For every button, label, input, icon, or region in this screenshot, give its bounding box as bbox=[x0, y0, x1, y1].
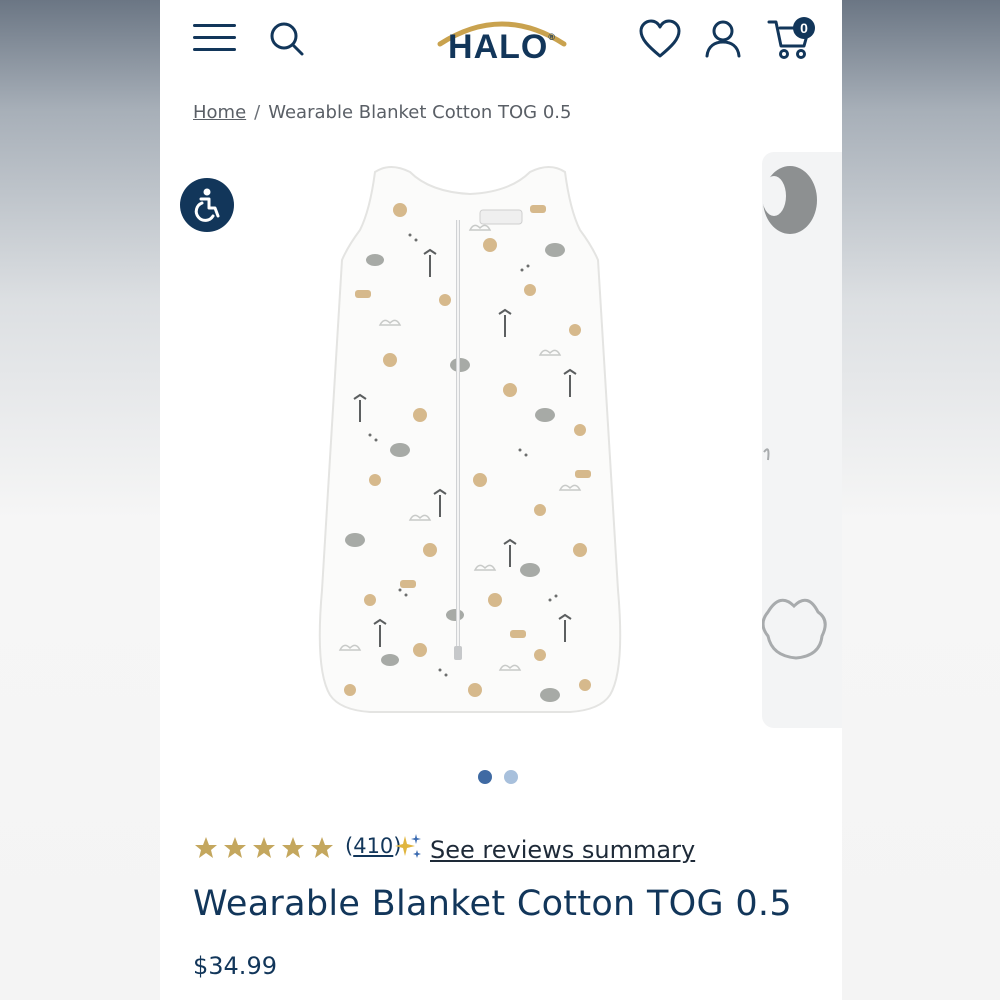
search-icon[interactable] bbox=[268, 20, 306, 58]
carousel-pagination bbox=[478, 770, 528, 786]
breadcrumb-current: Wearable Blanket Cotton TOG 0.5 bbox=[268, 102, 572, 123]
cart-count-badge: 0 bbox=[793, 17, 815, 39]
breadcrumb-separator: / bbox=[254, 102, 261, 123]
backdrop-left bbox=[0, 0, 160, 1000]
next-slide-preview[interactable] bbox=[762, 152, 842, 728]
cart-icon[interactable]: 0 bbox=[766, 14, 822, 62]
accessibility-button[interactable] bbox=[180, 178, 234, 232]
menu-icon[interactable] bbox=[193, 22, 237, 54]
product-image[interactable] bbox=[280, 150, 660, 730]
star-icon bbox=[311, 837, 333, 858]
account-icon[interactable] bbox=[703, 18, 743, 60]
product-title: Wearable Blanket Cotton TOG 0.5 bbox=[193, 884, 792, 924]
reviews-row: (410) See reviews summary bbox=[193, 832, 833, 872]
product-price: $34.99 bbox=[193, 952, 277, 980]
star-icon bbox=[224, 837, 246, 858]
star-icon bbox=[282, 837, 304, 858]
see-reviews-summary-link[interactable]: See reviews summary bbox=[430, 836, 695, 864]
backdrop-right bbox=[842, 0, 1000, 1000]
carousel-dot-1[interactable] bbox=[478, 770, 492, 784]
site-header: HALO® 0 bbox=[160, 0, 842, 80]
review-count-link[interactable]: 410 bbox=[353, 834, 393, 858]
breadcrumb-home-link[interactable]: Home bbox=[193, 102, 246, 123]
carousel-dot-2[interactable] bbox=[504, 770, 518, 784]
logo-registered-mark: ® bbox=[548, 32, 556, 42]
star-icon bbox=[195, 837, 217, 858]
logo-wordmark: HALO® bbox=[448, 28, 556, 66]
heart-icon[interactable] bbox=[638, 18, 682, 60]
breadcrumb: Home / Wearable Blanket Cotton TOG 0.5 bbox=[193, 102, 571, 123]
accessibility-icon bbox=[194, 188, 220, 222]
star-icon bbox=[253, 837, 275, 858]
star-rating bbox=[195, 837, 333, 858]
sparkle-icon bbox=[395, 834, 421, 858]
halo-logo[interactable]: HALO® bbox=[436, 10, 568, 68]
product-page: HALO® 0 Home / Wearable Blanket Cotton TOG… bbox=[160, 0, 842, 1000]
